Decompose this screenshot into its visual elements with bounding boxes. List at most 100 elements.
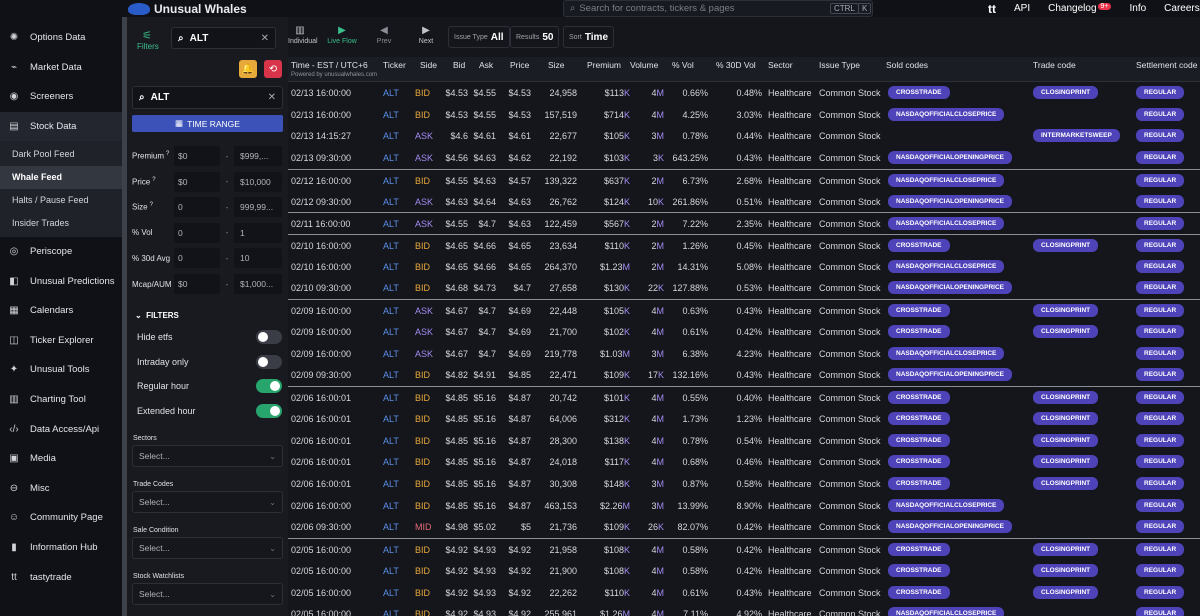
range-max-input[interactable]: 1 bbox=[234, 222, 282, 243]
toggle-switch[interactable] bbox=[256, 379, 282, 393]
settlement-code-badge[interactable]: REGULAR bbox=[1136, 411, 1185, 425]
settlement-code-badge[interactable]: REGULAR bbox=[1136, 86, 1185, 99]
settlement-code-badge[interactable]: REGULAR bbox=[1136, 476, 1185, 490]
sidebar-item-misc[interactable]: ⊖ Misc bbox=[0, 474, 122, 504]
help-icon[interactable]: ? bbox=[166, 151, 169, 157]
table-row[interactable]: 02/11 16:00:00 ALT ASK $4.55 $4.7 $4.63 122,45… bbox=[288, 212, 1200, 234]
table-row[interactable]: 02/05 16:00:00 ALT BID $4.92 $4.93 $4.92 21,90… bbox=[288, 560, 1200, 582]
trade-code-badge[interactable]: CLOSINGPRINT bbox=[1033, 391, 1099, 405]
settlement-code-badge[interactable]: REGULAR bbox=[1136, 543, 1185, 557]
filter-ticker-input[interactable]: ⌕ ALT ✕ bbox=[132, 86, 283, 109]
range-max-input[interactable]: 10 bbox=[234, 248, 282, 269]
sold-code-badge[interactable]: CROSSTRADE bbox=[888, 391, 950, 405]
column-header-bid[interactable]: Bid bbox=[453, 60, 465, 70]
sold-code-badge[interactable]: NASDAQOFFICIALOPENINGPRICE bbox=[888, 281, 1012, 295]
settlement-code-badge[interactable]: REGULAR bbox=[1136, 217, 1185, 231]
table-row[interactable]: 02/06 09:30:00 ALT MID $4.98 $5.02 $5 21,736 $1… bbox=[288, 516, 1200, 538]
trade-code-badge[interactable]: CLOSINGPRINT bbox=[1033, 563, 1099, 577]
sold-code-badge[interactable]: CROSSTRADE bbox=[888, 543, 950, 557]
table-row[interactable]: 02/09 16:00:00 ALT ASK $4.67 $4.7 $4.69 219,77… bbox=[288, 343, 1200, 365]
ticker-search-input[interactable]: ⌕ ALT ✕ bbox=[171, 27, 276, 49]
brand-logo[interactable]: Unusual Whales bbox=[128, 0, 247, 17]
column-header-settlement-code[interactable]: Settlement code bbox=[1136, 60, 1197, 70]
sold-code-badge[interactable]: CROSSTRADE bbox=[888, 411, 950, 425]
settlement-code-badge[interactable]: REGULAR bbox=[1136, 173, 1185, 187]
table-row[interactable]: 02/06 16:00:01 ALT BID $4.85 $5.16 $4.87 24,01… bbox=[288, 451, 1200, 473]
range-max-input[interactable]: 999,99... bbox=[234, 197, 282, 218]
sidebar-item-stock-data[interactable]: ▤ Stock Data bbox=[0, 111, 122, 141]
column-header-premium[interactable]: Premium bbox=[587, 60, 621, 70]
filters-tab[interactable]: ⚟ Filters bbox=[137, 29, 159, 51]
column-header-volume[interactable]: Volume bbox=[630, 60, 658, 70]
sidebar-item-ticker-explorer[interactable]: ◫ Ticker Explorer bbox=[0, 326, 122, 356]
table-row[interactable]: 02/13 09:30:00 ALT ASK $4.56 $4.63 $4.62 22,19… bbox=[288, 147, 1200, 169]
sold-code-badge[interactable]: CROSSTRADE bbox=[888, 455, 950, 469]
sold-code-badge[interactable]: CROSSTRADE bbox=[888, 304, 950, 318]
help-icon[interactable]: ? bbox=[152, 177, 155, 183]
table-row[interactable]: 02/10 16:00:00 ALT BID $4.65 $4.66 $4.65 23,63… bbox=[288, 234, 1200, 256]
sidebar-item-market-data[interactable]: ⌁ Market Data bbox=[0, 53, 122, 83]
individual-button[interactable]: ▥ Individual bbox=[288, 25, 318, 45]
table-row[interactable]: 02/05 16:00:00 ALT BID $4.92 $4.93 $4.92 22,26… bbox=[288, 582, 1200, 604]
settlement-code-badge[interactable]: REGULAR bbox=[1136, 607, 1185, 616]
range-min-input[interactable]: $0 bbox=[174, 171, 220, 192]
toggle-switch[interactable] bbox=[256, 354, 282, 369]
table-row[interactable]: 02/05 16:00:00 ALT BID $4.92 $4.93 $4.92 21,95… bbox=[288, 538, 1200, 560]
sold-code-badge[interactable]: NASDAQOFFICIALOPENINGPRICE bbox=[888, 194, 1012, 208]
table-row[interactable]: 02/06 16:00:01 ALT BID $4.85 $5.16 $4.87 28,30… bbox=[288, 430, 1200, 452]
reset-filters-button[interactable]: ⟲ bbox=[264, 60, 282, 78]
settlement-code-badge[interactable]: REGULAR bbox=[1136, 151, 1185, 165]
column-header-ask[interactable]: Ask bbox=[479, 60, 493, 70]
table-row[interactable]: 02/12 09:30:00 ALT ASK $4.63 $4.64 $4.63 26,76… bbox=[288, 191, 1200, 213]
trade-code-badge[interactable]: CLOSINGPRINT bbox=[1033, 433, 1099, 447]
trade-code-badge[interactable]: CLOSINGPRINT bbox=[1033, 476, 1099, 490]
trade-code-badge[interactable]: CLOSINGPRINT bbox=[1033, 239, 1099, 253]
column-header-sector[interactable]: Sector bbox=[768, 60, 793, 70]
table-row[interactable]: 02/06 16:00:01 ALT BID $4.85 $5.16 $4.87 30,30… bbox=[288, 473, 1200, 495]
settlement-code-badge[interactable]: REGULAR bbox=[1136, 304, 1185, 318]
sidebar-item-calendars[interactable]: ▦ Calendars bbox=[0, 296, 122, 326]
table-row[interactable]: 02/09 16:00:00 ALT ASK $4.67 $4.7 $4.69 22,448… bbox=[288, 299, 1200, 321]
sold-code-badge[interactable]: NASDAQOFFICIALCLOSEPRICE bbox=[888, 173, 1005, 187]
settlement-code-badge[interactable]: REGULAR bbox=[1136, 239, 1185, 253]
table-row[interactable]: 02/05 16:00:00 ALT BID $4.92 $4.93 $4.92 255,9… bbox=[288, 603, 1200, 616]
global-search-input[interactable]: ⌕ Search for contracts, tickers & pages … bbox=[563, 0, 873, 17]
settlement-code-badge[interactable]: REGULAR bbox=[1136, 455, 1185, 469]
sidebar-item-community-page[interactable]: ☺ Community Page bbox=[0, 503, 122, 533]
sold-code-badge[interactable]: CROSSTRADE bbox=[888, 433, 950, 447]
sold-code-badge[interactable]: CROSSTRADE bbox=[888, 86, 950, 99]
settlement-code-badge[interactable]: REGULAR bbox=[1136, 433, 1185, 447]
sold-code-badge[interactable]: CROSSTRADE bbox=[888, 324, 950, 338]
settlement-code-badge[interactable]: REGULAR bbox=[1136, 520, 1185, 534]
sidebar-item-options-data[interactable]: ✺ Options Data bbox=[0, 23, 122, 53]
range-min-input[interactable]: $0 bbox=[174, 274, 220, 294]
nav-changelog[interactable]: Changelog 9+ bbox=[1048, 3, 1112, 14]
sold-code-badge[interactable]: NASDAQOFFICIALCLOSEPRICE bbox=[888, 217, 1005, 231]
alert-bell-button[interactable]: 🔔 bbox=[239, 60, 257, 78]
table-row[interactable]: 02/13 16:00:00 ALT BID $4.53 $4.55 $4.53 157,5… bbox=[288, 104, 1200, 126]
table-row[interactable]: 02/09 09:30:00 ALT BID $4.82 $4.91 $4.85 22,47… bbox=[288, 364, 1200, 386]
table-row[interactable]: 02/06 16:00:00 ALT BID $4.85 $5.16 $4.87 463,1… bbox=[288, 495, 1200, 517]
table-row[interactable]: 02/13 14:15:27 ALT ASK $4.6 $4.61 $4.61 22,677… bbox=[288, 125, 1200, 147]
submenu-item-whale-feed[interactable]: Whale Feed bbox=[0, 165, 122, 189]
settlement-code-badge[interactable]: REGULAR bbox=[1136, 346, 1185, 360]
sidebar-item-unusual-predictions[interactable]: ◧ Unusual Predictions bbox=[0, 266, 122, 296]
settlement-code-badge[interactable]: REGULAR bbox=[1136, 324, 1185, 338]
range-min-input[interactable]: 0 bbox=[174, 197, 220, 218]
sidebar-item-media[interactable]: ▣ Media bbox=[0, 444, 122, 474]
trade-code-badge[interactable]: CLOSINGPRINT bbox=[1033, 585, 1099, 599]
settlement-code-badge[interactable]: REGULAR bbox=[1136, 391, 1185, 405]
sold-code-badge[interactable]: NASDAQOFFICIALCLOSEPRICE bbox=[888, 346, 1005, 360]
time-range-button[interactable]: ▦ TIME RANGE bbox=[132, 115, 283, 132]
sold-code-badge[interactable]: NASDAQOFFICIALOPENINGPRICE bbox=[888, 520, 1012, 534]
table-row[interactable]: 02/12 16:00:00 ALT BID $4.55 $4.63 $4.57 139,3… bbox=[288, 168, 1200, 191]
column-header-time-est-utc-6[interactable]: Time - EST / UTC+6 bbox=[291, 60, 368, 70]
range-min-input[interactable]: 0 bbox=[174, 222, 220, 243]
sectors-select[interactable]: Select... ⌄ bbox=[132, 445, 283, 467]
column-header-price[interactable]: Price bbox=[510, 60, 529, 70]
table-row[interactable]: 02/10 09:30:00 ALT BID $4.68 $4.73 $4.7 27,658… bbox=[288, 277, 1200, 299]
sidebar-item-periscope[interactable]: ◎ Periscope bbox=[0, 237, 122, 267]
submenu-item-halts-pause-feed[interactable]: Halts / Pause Feed bbox=[0, 189, 122, 212]
next-button[interactable]: ▶ Next bbox=[416, 25, 436, 45]
sidebar-item-tastytrade[interactable]: tt tastytrade bbox=[0, 562, 122, 592]
